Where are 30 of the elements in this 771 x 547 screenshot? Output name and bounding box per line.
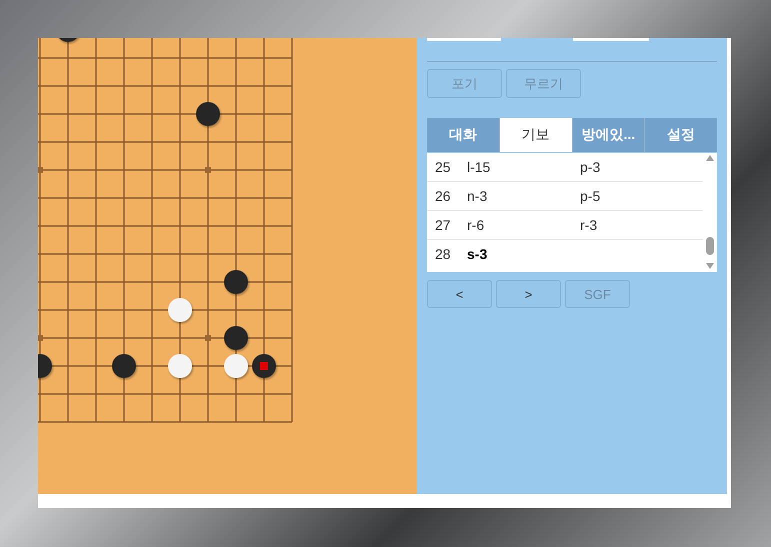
go-stone bbox=[224, 326, 248, 350]
move-number: 27 bbox=[434, 217, 452, 233]
move-cell[interactable]: r-3 bbox=[580, 217, 598, 233]
move-cell[interactable]: p-3 bbox=[580, 159, 600, 175]
go-stone bbox=[224, 354, 248, 378]
go-stone bbox=[168, 354, 192, 378]
tab[interactable]: 기보 bbox=[500, 118, 572, 152]
move-number: 25 bbox=[434, 159, 452, 175]
go-stone bbox=[168, 298, 192, 322]
go-stone bbox=[38, 354, 52, 378]
input-field[interactable] bbox=[573, 38, 649, 41]
nav-button[interactable]: > bbox=[496, 280, 561, 308]
input-field[interactable] bbox=[427, 38, 501, 41]
go-stone bbox=[196, 102, 220, 126]
move-cell[interactable]: n-3 bbox=[467, 188, 580, 204]
move-cell[interactable]: l-15 bbox=[467, 159, 580, 175]
star-point bbox=[205, 335, 211, 341]
move-number: 28 bbox=[434, 246, 452, 262]
star-point bbox=[38, 167, 43, 173]
star-point bbox=[205, 167, 211, 173]
move-cell[interactable]: s-3 bbox=[467, 246, 580, 262]
go-board[interactable] bbox=[38, 38, 417, 494]
nav-button[interactable]: < bbox=[427, 280, 492, 308]
move-cell[interactable]: r-6 bbox=[467, 217, 580, 233]
go-stone bbox=[112, 354, 136, 378]
move-cell[interactable]: p-5 bbox=[580, 188, 600, 204]
star-point bbox=[38, 335, 43, 341]
go-stone bbox=[252, 354, 276, 378]
go-stone bbox=[224, 270, 248, 294]
move-number: 26 bbox=[434, 188, 452, 204]
